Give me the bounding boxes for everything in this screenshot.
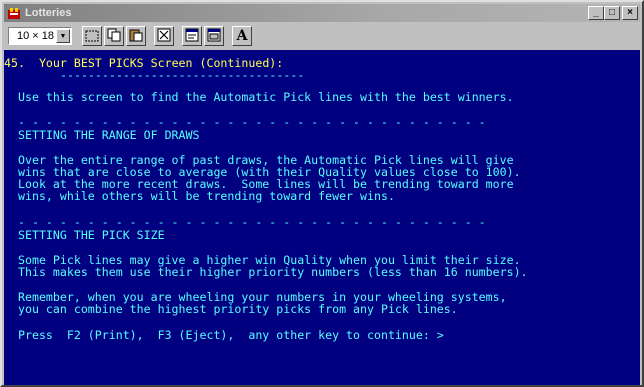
window-controls: _ □ × (588, 6, 638, 20)
title-bar[interactable]: Lotteries _ □ × (4, 4, 640, 22)
mark-button[interactable] (82, 26, 102, 46)
chevron-down-icon[interactable]: ▼ (56, 29, 70, 43)
font-size-value: 10 × 18 (17, 30, 55, 42)
font-icon: A (236, 28, 248, 44)
maximize-button[interactable]: □ (604, 6, 620, 20)
intro-text: Use this screen to find the Automatic Pi… (18, 90, 514, 104)
mark-icon (85, 27, 99, 46)
properties-button[interactable] (182, 26, 202, 46)
copy-icon (107, 27, 121, 46)
console-screen[interactable]: 45. Your BEST PICKS Screen (Continued): -… (4, 50, 640, 385)
paste-icon (129, 27, 143, 46)
properties-icon (185, 27, 199, 46)
section-number: 45. (4, 56, 25, 70)
copy-button[interactable] (104, 26, 124, 46)
fullscreen-button[interactable] (154, 26, 174, 46)
toolbar: 10 × 18 ▼ A (4, 24, 640, 48)
maximize-icon: □ (608, 7, 616, 18)
background-icon (207, 27, 221, 46)
range-heading: SETTING THE RANGE OF DRAWS (18, 128, 200, 142)
minimize-icon: _ (593, 7, 599, 18)
lottery-app-icon[interactable] (7, 6, 21, 20)
font-size-select[interactable]: 10 × 18 ▼ (8, 27, 72, 45)
minimize-button[interactable]: _ (588, 6, 604, 20)
size-line: This makes them use their higher priorit… (18, 265, 528, 279)
range-line: wins, while others will be trending towa… (18, 189, 395, 203)
continue-prompt: Press F2 (Print), F3 (Eject), any other … (18, 328, 444, 342)
close-icon: × (627, 7, 633, 18)
fullscreen-icon (157, 27, 171, 46)
window-title: Lotteries (25, 7, 72, 19)
divider: - - - - - - - - - - - - - - - - - - - - … (18, 115, 486, 129)
title-underline: ----------------------------------- (60, 68, 305, 82)
close-button[interactable]: × (622, 6, 638, 20)
divider: - - - - - - - - - - - - - - - - - - - - … (18, 215, 486, 229)
paste-button[interactable] (126, 26, 146, 46)
background-button[interactable] (204, 26, 224, 46)
lotteries-window: Lotteries _ □ × 10 × 18 ▼ A 45. Your BES… (0, 0, 644, 387)
remember-line: you can combine the highest priority pic… (18, 302, 458, 316)
size-heading: SETTING THE PICK SIZE (18, 228, 165, 242)
font-button[interactable]: A (232, 26, 252, 46)
